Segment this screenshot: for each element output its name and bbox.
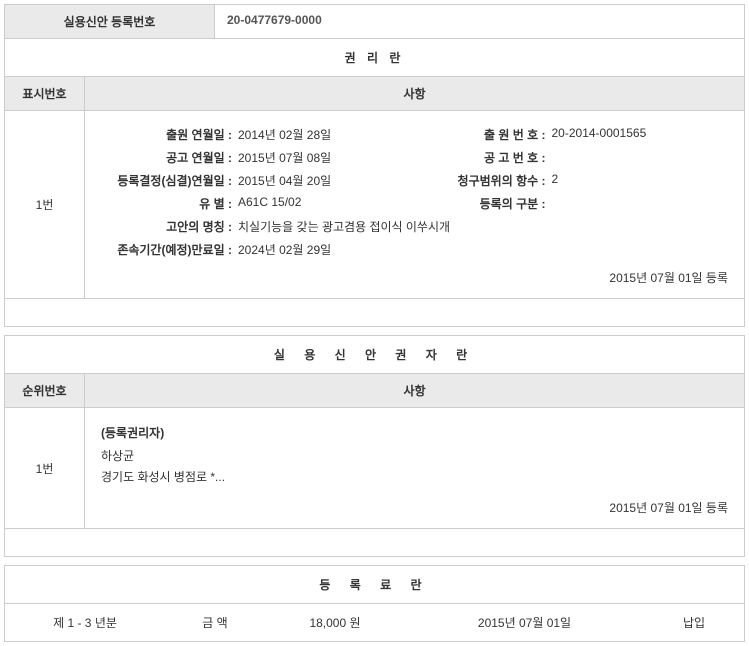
holder-address: 경기도 화성시 병점로 *... <box>101 466 728 487</box>
holder-row-id: 1번 <box>5 408 85 528</box>
holder-data-row: 1번 (등록권리자) 하상균 경기도 화성시 병점로 *... 2015년 07… <box>4 408 745 529</box>
holder-details: (등록권리자) 하상균 경기도 화성시 병점로 *... 2015년 07월 0… <box>85 408 744 528</box>
app-no-label: 출 원 번 호 : <box>415 126 550 143</box>
invention-value: 치실기능을 갖는 광고겸용 접이식 이쑤시개 <box>236 218 450 235</box>
rights-details: 출원 연월일 : 2014년 02월 28일 출 원 번 호 : 20-2014… <box>85 111 744 298</box>
duration-label: 존속기간(예정)만료일 : <box>101 241 236 258</box>
fee-date: 2015년 07월 01일 <box>405 614 644 631</box>
reg-decision-value: 2015년 04월 20일 <box>236 172 331 189</box>
holder-name: 하상균 <box>101 445 728 466</box>
rights-col-content: 사항 <box>85 77 744 110</box>
app-no-value: 20-2014-0001565 <box>550 126 647 143</box>
reg-class-value <box>550 195 552 212</box>
reg-class-label: 등록의 구분 : <box>415 195 550 212</box>
rights-subheader: 표시번호 사항 <box>4 77 745 111</box>
rights-section-title: 권 리 란 <box>4 39 745 77</box>
holder-subheader: 순위번호 사항 <box>4 374 745 408</box>
fee-amount-label: 금 액 <box>165 614 265 631</box>
holder-col-index: 순위번호 <box>5 374 85 407</box>
app-date-value: 2014년 02월 28일 <box>236 126 331 143</box>
fee-period: 제 1 - 3 년분 <box>5 614 165 631</box>
type-value: A61C 15/02 <box>236 195 301 212</box>
registration-number-value: 20-0477679-0000 <box>215 5 334 38</box>
registration-number-label: 실용신안 등록번호 <box>5 5 215 38</box>
rights-col-index: 표시번호 <box>5 77 85 110</box>
holder-col-content: 사항 <box>85 374 744 407</box>
fee-status: 납입 <box>644 614 744 631</box>
reg-decision-label: 등록결정(심결)연월일 : <box>101 172 236 189</box>
spacer-2 <box>4 529 745 557</box>
holder-section-title: 실 용 신 안 권 자 란 <box>4 335 745 374</box>
app-date-label: 출원 연월일 : <box>101 126 236 143</box>
claim-count-label: 청구범위의 항수 : <box>415 172 550 189</box>
claim-count-value: 2 <box>550 172 559 189</box>
invention-label: 고안의 명칭 : <box>101 218 236 235</box>
pub-no-label: 공 고 번 호 : <box>415 149 550 166</box>
pub-date-value: 2015년 07월 08일 <box>236 149 331 166</box>
holder-title: (등록권리자) <box>101 424 728 445</box>
rights-data-row: 1번 출원 연월일 : 2014년 02월 28일 출 원 번 호 : 20-2… <box>4 111 745 299</box>
pub-date-label: 공고 연월일 : <box>101 149 236 166</box>
fee-section-title: 등 록 료 란 <box>4 565 745 604</box>
type-label: 유 별 : <box>101 195 236 212</box>
rights-row-id: 1번 <box>5 111 85 298</box>
rights-reg-date: 2015년 07월 01일 등록 <box>101 261 728 286</box>
holder-reg-date: 2015년 07월 01일 등록 <box>101 491 728 516</box>
pub-no-value <box>550 149 552 166</box>
duration-value: 2024년 02월 29일 <box>236 241 331 258</box>
spacer-1 <box>4 299 745 327</box>
fee-amount-value: 18,000 원 <box>265 614 405 631</box>
fee-data-row: 제 1 - 3 년분 금 액 18,000 원 2015년 07월 01일 납입 <box>4 604 745 642</box>
registration-header: 실용신안 등록번호 20-0477679-0000 <box>4 4 745 39</box>
